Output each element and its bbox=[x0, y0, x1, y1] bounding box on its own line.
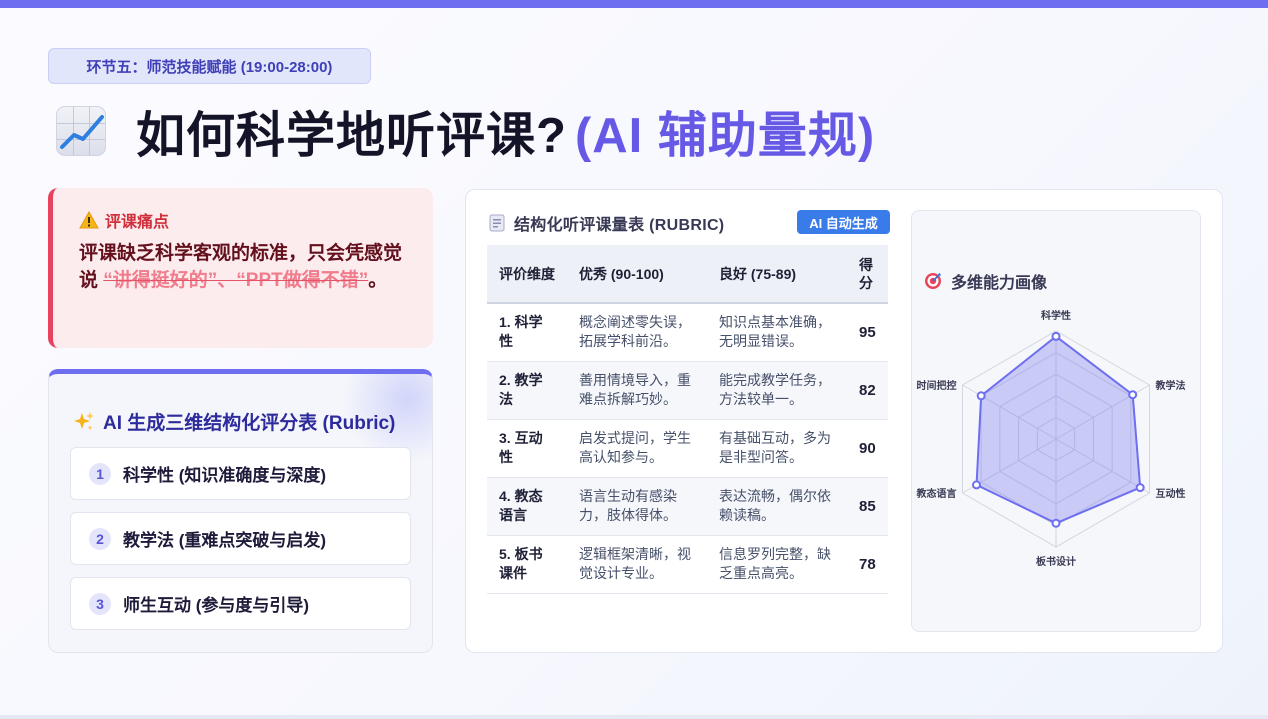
cell-score: 78 bbox=[847, 535, 888, 594]
cell-good: 知识点基本准确，无明显错误。 bbox=[707, 303, 847, 362]
radar-chart: 科学性教学法互动性板书设计 教态语言 时间把控 bbox=[915, 309, 1186, 568]
title-row: 如何科学地听评课? (AI 辅助量规) bbox=[56, 98, 875, 164]
ai-generated-badge: AI 自动生成 bbox=[797, 210, 890, 234]
cell-good: 有基础互动，多为是非型问答。 bbox=[707, 419, 847, 478]
table-row: 2. 教学法 善用情境导入，重难点拆解巧妙。 能完成教学任务，方法较单一。 82 bbox=[487, 361, 888, 420]
page-title: 如何科学地听评课? (AI 辅助量规) bbox=[136, 96, 875, 167]
cell-excellent: 逻辑框架清晰，视觉设计专业。 bbox=[567, 535, 707, 594]
radar-axis-label: 教态语言 bbox=[915, 487, 956, 500]
column-header-score: 得分 bbox=[847, 245, 888, 304]
column-header-excellent: 优秀 (90-100) bbox=[567, 245, 707, 304]
cell-dimension: 3. 互动性 bbox=[487, 419, 567, 478]
cell-excellent: 善用情境导入，重难点拆解巧妙。 bbox=[567, 361, 707, 420]
rubric-item-number: 2 bbox=[89, 527, 111, 550]
cell-score: 95 bbox=[847, 303, 888, 362]
rubric-item-number: 1 bbox=[89, 462, 111, 485]
column-header-good: 良好 (75-89) bbox=[707, 245, 847, 304]
cell-dimension: 1. 科学性 bbox=[487, 303, 567, 362]
rubric-item-label: 师生互动 (参与度与引导) bbox=[123, 596, 310, 615]
radar-axis-label: 时间把控 bbox=[916, 379, 956, 392]
cell-excellent: 语言生动有感染力，肢体得体。 bbox=[567, 477, 707, 536]
table-row: 5. 板书课件 逻辑框架清晰，视觉设计专业。 信息罗列完整，缺乏重点高亮。 78 bbox=[487, 535, 888, 594]
radar-axis-label: 科学性 bbox=[1041, 309, 1071, 322]
bottom-divider bbox=[0, 715, 1268, 719]
cell-excellent: 启发式提问，学生高认知参与。 bbox=[567, 419, 707, 478]
cell-excellent: 概念阐述零失误，拓展学科前沿。 bbox=[567, 303, 707, 362]
rubric-item-scientific[interactable]: 1 科学性 (知识准确度与深度) bbox=[70, 447, 411, 500]
rubric-item-interaction[interactable]: 3 师生互动 (参与度与引导) bbox=[70, 577, 411, 630]
cell-score: 90 bbox=[847, 419, 888, 478]
radar-data-point bbox=[1128, 390, 1138, 400]
cell-dimension: 5. 板书课件 bbox=[487, 535, 567, 594]
top-accent-bar bbox=[0, 0, 1268, 8]
section-tag: 环节五：师范技能赋能 (19:00-28:00) bbox=[48, 48, 371, 84]
chart-increasing-icon bbox=[56, 106, 106, 156]
rubric-summary-card: AI 生成三维结构化评分表 (Rubric) 1 科学性 (知识准确度与深度) … bbox=[48, 369, 433, 653]
radar-panel: 多维能力画像 科学性 教学法 互动性 板书设计 教态语言 时间把控 bbox=[911, 210, 1201, 632]
page-title-main: 如何科学地听评课? bbox=[136, 108, 567, 163]
rubric-summary-heading: AI 生成三维结构化评分表 (Rubric) bbox=[103, 413, 396, 434]
pain-point-card: 评课痛点 评课缺乏科学客观的标准，只会凭感觉说 “讲得挺好的”、“PPT做得不错… bbox=[48, 188, 433, 348]
radar-data-point bbox=[971, 480, 981, 490]
cell-dimension: 4. 教态语言 bbox=[487, 477, 567, 536]
warning-icon bbox=[79, 211, 99, 229]
cell-score: 82 bbox=[847, 361, 888, 420]
page-title-accent: (AI 辅助量规) bbox=[574, 108, 876, 163]
table-row: 3. 互动性 启发式提问，学生高认知参与。 有基础互动，多为是非型问答。 90 bbox=[487, 419, 888, 478]
radar-series-area bbox=[975, 335, 1142, 525]
pain-point-struck-quote: “讲得挺好的”、“PPT做得不错” bbox=[103, 270, 369, 291]
rubric-item-number: 3 bbox=[89, 592, 111, 615]
document-icon bbox=[489, 214, 505, 232]
cell-good: 信息罗列完整，缺乏重点高亮。 bbox=[707, 535, 847, 594]
pain-point-heading-row: 评课痛点 bbox=[79, 208, 407, 232]
pain-point-heading: 评课痛点 bbox=[105, 214, 170, 231]
rubric-summary-heading-row: AI 生成三维结构化评分表 (Rubric) bbox=[73, 408, 395, 435]
cell-score: 85 bbox=[847, 477, 888, 536]
table-title: 结构化听评课量表 (RUBRIC) bbox=[514, 217, 725, 234]
rubric-item-pedagogy[interactable]: 2 教学法 (重难点突破与启发) bbox=[70, 512, 411, 565]
table-row: 1. 科学性 概念阐述零失误，拓展学科前沿。 知识点基本准确，无明显错误。 95 bbox=[487, 303, 888, 362]
cell-dimension: 2. 教学法 bbox=[487, 361, 567, 420]
rubric-table: 评价维度 优秀 (90-100) 良好 (75-89) 得分 1. 科学性 概念… bbox=[487, 245, 888, 594]
rubric-item-label: 科学性 (知识准确度与深度) bbox=[123, 466, 327, 485]
table-header-row: 评价维度 优秀 (90-100) 良好 (75-89) 得分 bbox=[487, 245, 888, 304]
cell-good: 能完成教学任务，方法较单一。 bbox=[707, 361, 847, 420]
column-header-dimension: 评价维度 bbox=[487, 245, 567, 304]
radar-axis-label: 板书设计 bbox=[1036, 555, 1076, 568]
pain-point-body: 评课缺乏科学客观的标准，只会凭感觉说 “讲得挺好的”、“PPT做得不错”。 bbox=[79, 240, 407, 294]
rubric-item-label: 教学法 (重难点突破与启发) bbox=[123, 531, 327, 550]
sparkles-icon bbox=[74, 411, 94, 430]
radar-data-point bbox=[1051, 331, 1061, 341]
rubric-table-panel: 结构化听评课量表 (RUBRIC) AI 自动生成 评价维度 优秀 (90-10… bbox=[465, 189, 1223, 653]
radar-data-point bbox=[1051, 518, 1061, 528]
radar-data-point bbox=[1135, 483, 1145, 493]
table-row: 4. 教态语言 语言生动有感染力，肢体得体。 表达流畅，偶尔依赖读稿。 85 bbox=[487, 477, 888, 536]
cell-good: 表达流畅，偶尔依赖读稿。 bbox=[707, 477, 847, 536]
radar-axis-label: 教学法 bbox=[1155, 379, 1186, 392]
radar-axis-label: 互动性 bbox=[1156, 487, 1186, 500]
pain-point-suffix: 。 bbox=[368, 270, 388, 291]
radar-data-point bbox=[976, 391, 986, 401]
